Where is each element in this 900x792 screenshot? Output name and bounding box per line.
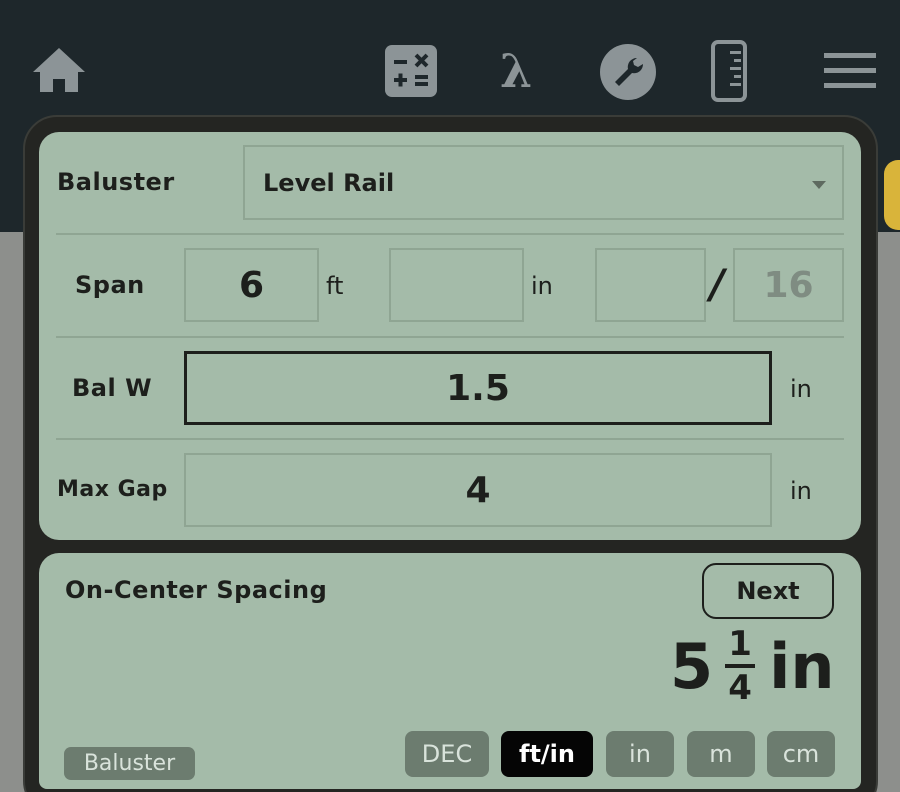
menu-icon[interactable] bbox=[824, 53, 876, 89]
chevron-down-icon bbox=[812, 181, 826, 189]
divider bbox=[56, 233, 844, 235]
span-in-input[interactable] bbox=[389, 248, 524, 322]
type-select-value: Level Rail bbox=[263, 168, 395, 197]
result-numerator: 1 bbox=[728, 624, 752, 664]
lambda-icon[interactable]: λ bbox=[500, 44, 532, 98]
mode-dec-button[interactable]: DEC bbox=[405, 731, 489, 777]
mode-cm-button[interactable]: cm bbox=[767, 731, 835, 777]
mode-in-button[interactable]: in bbox=[606, 731, 674, 777]
type-label: Baluster bbox=[57, 168, 175, 196]
mode-m-button[interactable]: m bbox=[687, 731, 755, 777]
result-value: 5 1 4 in bbox=[670, 620, 835, 712]
bal-w-unit: in bbox=[790, 375, 812, 403]
span-ft-unit: ft bbox=[326, 272, 344, 300]
span-numerator-input[interactable] bbox=[595, 248, 706, 322]
span-label: Span bbox=[75, 271, 145, 299]
span-in-unit: in bbox=[531, 272, 553, 300]
bal-w-label: Bal W bbox=[72, 374, 153, 402]
type-select[interactable]: Level Rail bbox=[243, 145, 844, 220]
calculator-icon[interactable] bbox=[385, 45, 437, 97]
result-unit: in bbox=[769, 629, 835, 703]
result-denominator: 4 bbox=[728, 668, 752, 708]
wrench-icon[interactable] bbox=[600, 44, 656, 100]
divider bbox=[56, 438, 844, 440]
background-strip bbox=[876, 232, 900, 792]
fraction-slash: / bbox=[710, 262, 725, 308]
max-gap-unit: in bbox=[790, 477, 812, 505]
result-whole: 5 bbox=[670, 629, 714, 703]
mode-ftin-button[interactable]: ft/in bbox=[501, 731, 593, 777]
result-fraction: 1 4 bbox=[725, 624, 756, 708]
side-drawer-tab[interactable] bbox=[884, 160, 900, 230]
bal-w-input[interactable]: 1.5 bbox=[184, 351, 772, 425]
span-ft-input[interactable]: 6 bbox=[184, 248, 319, 322]
mode-badge: Baluster bbox=[64, 747, 195, 780]
span-denominator-input[interactable]: 16 bbox=[733, 248, 844, 322]
home-icon[interactable] bbox=[31, 46, 87, 94]
max-gap-input[interactable]: 4 bbox=[184, 453, 772, 527]
result-title: On-Center Spacing bbox=[65, 576, 328, 604]
ruler-icon[interactable] bbox=[711, 40, 747, 102]
next-button[interactable]: Next bbox=[702, 563, 834, 619]
max-gap-label: Max Gap bbox=[57, 477, 168, 502]
divider bbox=[56, 336, 844, 338]
